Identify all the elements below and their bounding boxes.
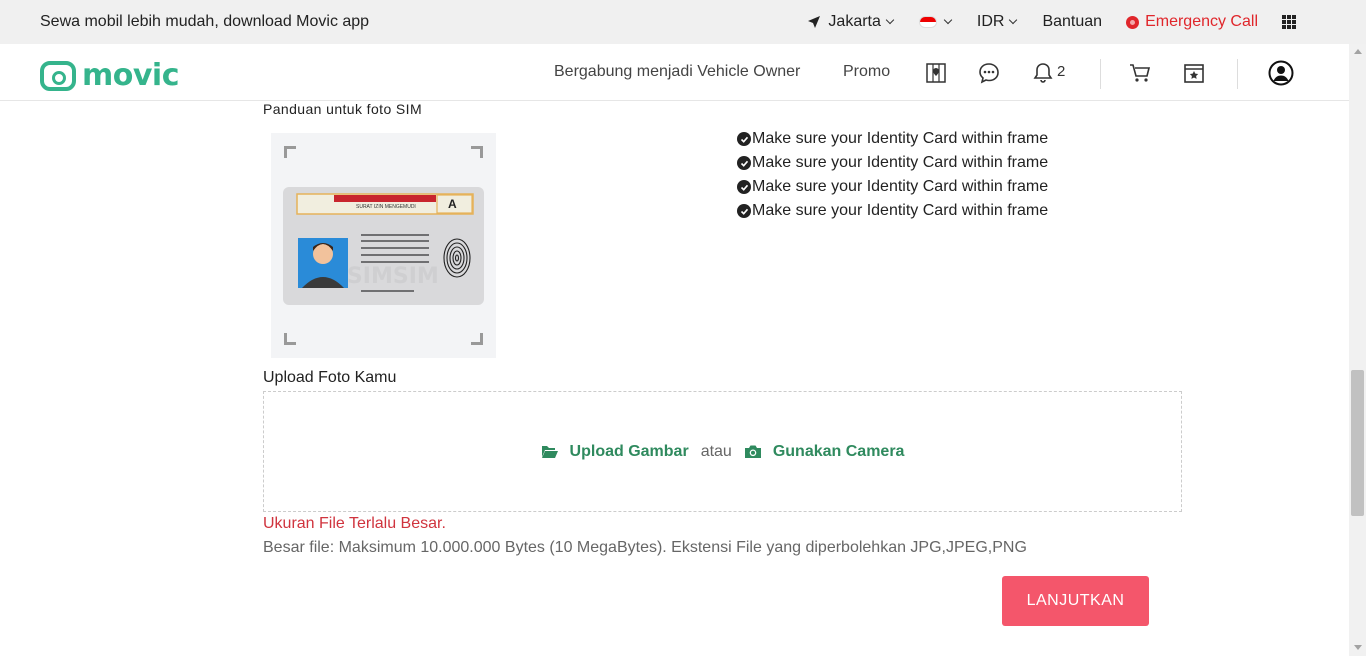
apps-grid-icon[interactable] [1282, 15, 1296, 29]
bell-icon[interactable] [1031, 61, 1055, 85]
scroll-thumb[interactable] [1351, 370, 1364, 516]
guide-title: Panduan untuk foto SIM [263, 101, 423, 117]
check-item: Make sure your Identity Card within fram… [737, 199, 1048, 223]
movic-logo-icon [40, 60, 76, 91]
scroll-down-arrow-icon[interactable] [1354, 645, 1362, 650]
check-item: Make sure your Identity Card within fram… [737, 127, 1048, 151]
camera-icon [744, 445, 761, 458]
guide-checklist: Make sure your Identity Card within fram… [737, 127, 1048, 223]
check-text: Make sure your Identity Card within fram… [752, 130, 1049, 147]
city-selector[interactable]: Jakarta [807, 13, 895, 31]
topbar-right: Jakarta IDR Bantuan Emergency Call [807, 0, 1296, 44]
page-scrollbar[interactable] [1349, 44, 1366, 656]
cart-icon[interactable] [1128, 61, 1152, 85]
sim-guide-image: SIMSIMSIM SURAT IZIN MENGEMUDI A [271, 133, 496, 358]
nav-divider [1237, 59, 1238, 89]
check-circle-icon [737, 132, 751, 146]
user-avatar-icon[interactable] [1268, 60, 1294, 86]
chevron-down-icon [1009, 15, 1018, 25]
upload-image-button[interactable]: Upload Gambar [541, 443, 689, 461]
logo-text: movic [82, 58, 180, 93]
sim-card-class: A [448, 197, 457, 211]
help-link[interactable]: Bantuan [1042, 13, 1102, 31]
main-navbar: movic Bergabung menjadi Vehicle Owner Pr… [0, 44, 1366, 101]
continue-button[interactable]: LANJUTKAN [1002, 576, 1149, 626]
notification-count: 2 [1057, 63, 1066, 80]
map-pin-icon[interactable] [924, 61, 948, 85]
emergency-icon [1126, 15, 1140, 29]
upload-dropzone[interactable]: Upload Gambar atau Gunakan Camera [263, 391, 1182, 512]
check-text: Make sure your Identity Card within fram… [752, 154, 1049, 171]
or-text: atau [700, 442, 732, 460]
sim-card-header: SURAT IZIN MENGEMUDI [356, 204, 416, 210]
indonesia-flag-icon [918, 16, 937, 28]
upload-image-label: Upload Gambar [569, 442, 689, 460]
check-text: Make sure your Identity Card within fram… [752, 178, 1049, 195]
favorite-booking-icon[interactable] [1182, 61, 1206, 85]
location-arrow-icon [808, 16, 821, 28]
use-camera-button[interactable]: Gunakan Camera [744, 442, 905, 461]
emergency-call-link[interactable]: Emergency Call [1126, 13, 1258, 31]
currency-selector[interactable]: IDR [976, 13, 1018, 31]
currency-label: IDR [976, 13, 1005, 30]
folder-open-icon [541, 446, 558, 458]
check-circle-icon [737, 204, 751, 218]
check-circle-icon [737, 156, 751, 170]
sim-card-illustration: SIMSIMSIM [283, 187, 484, 305]
become-vehicle-owner-link[interactable]: Bergabung menjadi Vehicle Owner [554, 63, 800, 81]
download-app-text: Sewa mobil lebih mudah, download Movic a… [40, 13, 370, 30]
scroll-up-arrow-icon[interactable] [1354, 49, 1362, 54]
emergency-label: Emergency Call [1145, 13, 1258, 30]
city-label: Jakarta [828, 13, 881, 30]
check-item: Make sure your Identity Card within fram… [737, 151, 1048, 175]
chevron-down-icon [943, 15, 953, 25]
check-text: Make sure your Identity Card within fram… [752, 202, 1049, 219]
check-circle-icon [737, 180, 751, 194]
chevron-down-icon [885, 15, 895, 25]
nav-divider [1100, 59, 1101, 89]
top-promo-bar: Sewa mobil lebih mudah, download Movic a… [0, 0, 1366, 44]
promo-link[interactable]: Promo [843, 63, 890, 81]
check-item: Make sure your Identity Card within fram… [737, 175, 1048, 199]
upload-photo-label: Upload Foto Kamu [263, 369, 397, 386]
language-selector[interactable] [918, 15, 953, 28]
use-camera-label: Gunakan Camera [772, 442, 905, 460]
movic-logo[interactable]: movic [40, 58, 180, 93]
file-too-large-error: Ukuran File Terlalu Besar. [263, 515, 446, 532]
chat-icon[interactable] [977, 61, 1001, 85]
file-size-hint: Besar file: Maksimum 10.000.000 Bytes (1… [263, 539, 1027, 556]
